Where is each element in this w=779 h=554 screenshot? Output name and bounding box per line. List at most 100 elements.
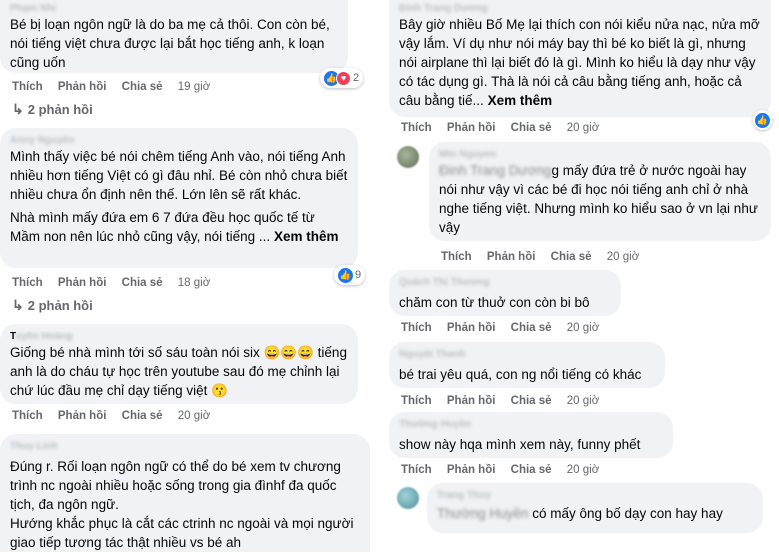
comment-text: show này hqa mình xem này, funny phết (399, 437, 641, 452)
reply-button[interactable]: Phản hồi (58, 410, 107, 422)
reaction-summary[interactable]: 👍 9 (334, 265, 366, 285)
share-button[interactable]: Chia sẻ (122, 277, 163, 289)
right-comment-column: Đinh Trang Dương Bây giờ nhiều Bố Mẹ lại… (389, 0, 779, 554)
share-button[interactable]: Chia sẻ (122, 410, 163, 422)
timestamp[interactable]: 20 giờ (567, 395, 599, 407)
timestamp[interactable]: 20 giờ (567, 322, 599, 334)
share-button[interactable]: Chia sẻ (511, 322, 552, 334)
comment-paragraph: Mình thấy việc bé nói chêm tiếng Anh vào… (10, 149, 348, 202)
comment-bubble: Quách Thị Thương chăm con từ thuở con cò… (389, 270, 621, 316)
comment-text: Bé bị loạn ngôn ngữ là do ba mẹ cả thôi.… (10, 17, 330, 70)
comment-actions: Thích Phản hồi Chia sẻ 20 giờ (401, 122, 611, 134)
comment-actions: Thích Phản hồi Chia sẻ 20 giờ (401, 464, 611, 476)
share-button[interactable]: Chia sẻ (511, 122, 552, 134)
reply-button[interactable]: Phản hồi (447, 122, 496, 134)
see-more-link[interactable]: Xem thêm (488, 93, 553, 108)
comment-bubble: Mtn Nguyen Đinh Trang Dươngg mấy đứa trẻ… (429, 142, 771, 241)
comment-text-body: Bây giờ nhiều Bố Mẹ lại thích con nói ki… (399, 17, 760, 108)
share-button[interactable]: Chia sẻ (551, 251, 592, 263)
like-button[interactable]: Thích (12, 277, 43, 289)
comment-author[interactable]: Thường Huyền (399, 419, 663, 431)
avatar[interactable] (397, 487, 419, 509)
view-replies-link[interactable]: ↳ 2 phản hồi (12, 101, 93, 118)
comment-bubble: Phạm Nhi Bé bị loạn ngôn ngữ là do ba mẹ… (0, 0, 348, 73)
comment-paragraph-text: Nhà mình mấy đứa em 6 7 đứa đều học quốc… (10, 210, 315, 244)
comment-author[interactable]: Thuy Linh (10, 441, 360, 453)
reply-button[interactable]: Phản hồi (447, 464, 496, 476)
comment-bubble: Anny Nguyễn Mình thấy việc bé nói chêm t… (0, 128, 358, 268)
comment-actions: Thích Phản hồi Chia sẻ 20 giờ (401, 322, 611, 334)
comment-bubble: Thường Huyền show này hqa mình xem này, … (389, 412, 673, 458)
mention-link[interactable]: Thường Huyền (437, 506, 528, 521)
comment-text: Bây giờ nhiều Bố Mẹ lại thích con nói ki… (399, 15, 761, 110)
comment-text: bé trai yêu quá, con ng nổi tiếng có khá… (399, 367, 642, 382)
author-rest: uyền Hoàng (15, 331, 73, 342)
like-button[interactable]: Thích (401, 122, 432, 134)
replies-count: 2 phản hồi (27, 102, 93, 117)
reply-button[interactable]: Phản hồi (487, 251, 536, 263)
comment-text: Mình thấy việc bé nói chêm tiếng Anh vào… (10, 147, 348, 246)
mention-link[interactable]: Đinh Trang Dương (439, 163, 551, 178)
timestamp[interactable]: 20 giờ (567, 122, 599, 134)
like-button[interactable]: Thích (441, 251, 472, 263)
share-button[interactable]: Chia sẻ (511, 464, 552, 476)
like-reaction-icon: 👍 (338, 267, 353, 283)
comment-author[interactable]: Quách Thị Thương (399, 277, 611, 289)
comment-bubble: Tuyền Hoàng Giống bé nhà mình tới số sáu… (0, 324, 358, 404)
comment-author[interactable]: Tuyền Hoàng (10, 331, 348, 343)
comment-text: Giống bé nhà mình tới số sáu toàn nói si… (10, 345, 347, 398)
reaction-count: 2 (353, 72, 360, 84)
timestamp[interactable]: 20 giờ (607, 251, 639, 263)
comment-bubble: Nguyệt Thanh bé trai yêu quá, con ng nổi… (389, 342, 665, 388)
reaction-summary[interactable]: 👍 (753, 110, 772, 130)
comment-text-body: có mấy ông bố dạy con hay hay (532, 506, 723, 521)
comment-bubble: Trang Thuy Thường Huyền có mấy ông bố dạ… (427, 483, 763, 533)
reply-arrow-icon: ↳ (12, 101, 24, 117)
replies-count: 2 phản hồi (27, 298, 93, 313)
comment-bubble: Thuy Linh Đúng r. Rối loạn ngôn ngữ có t… (0, 434, 370, 552)
comment-author[interactable]: Trang Thuy (437, 490, 753, 502)
reply-arrow-icon: ↳ (12, 297, 24, 313)
comment-author[interactable]: Nguyệt Thanh (399, 349, 655, 361)
timestamp[interactable]: 20 giờ (567, 464, 599, 476)
comment-author[interactable]: Mtn Nguyen (439, 149, 761, 161)
like-reaction-icon: 👍 (755, 112, 770, 128)
comment-text: chăm con từ thuở con còn bi bô (399, 295, 590, 310)
comment-paragraph: Đúng r. Rối loạn ngôn ngữ có thể do bé x… (10, 459, 341, 512)
reply-button[interactable]: Phản hồi (447, 395, 496, 407)
comment-author[interactable]: Phạm Nhi (10, 3, 338, 15)
comment-actions: Thích Phản hồi Chia sẻ 20 giờ (441, 251, 651, 263)
like-button[interactable]: Thích (401, 322, 432, 334)
like-button[interactable]: Thích (401, 464, 432, 476)
share-button[interactable]: Chia sẻ (122, 81, 163, 93)
reply-button[interactable]: Phản hồi (447, 322, 496, 334)
timestamp[interactable]: 20 giờ (178, 410, 210, 422)
comment-text: Đinh Trang Dươngg mấy đứa trẻ ở nước ngo… (439, 161, 761, 237)
love-reaction-icon: ♥ (336, 70, 351, 86)
comment-paragraph: Hướng khắc phục là cắt các ctrinh nc ngo… (10, 516, 354, 550)
reply-button[interactable]: Phản hồi (58, 81, 107, 93)
comment-actions: Thích Phản hồi Chia sẻ 20 giờ (401, 395, 611, 407)
reply-button[interactable]: Phản hồi (58, 277, 107, 289)
comment-actions: Thích Phản hồi Chia sẻ 18 giờ (12, 277, 222, 289)
see-more-link[interactable]: Xem thêm (274, 229, 339, 244)
share-button[interactable]: Chia sẻ (511, 395, 552, 407)
left-comment-column: Phạm Nhi Bé bị loạn ngôn ngữ là do ba mẹ… (0, 0, 388, 554)
comment-author[interactable]: Đinh Trang Dương (399, 3, 761, 15)
like-button[interactable]: Thích (12, 81, 43, 93)
comment-text: Đúng r. Rối loạn ngôn ngữ có thể do bé x… (10, 457, 360, 552)
like-button[interactable]: Thích (401, 395, 432, 407)
comment-author[interactable]: Anny Nguyễn (10, 135, 348, 147)
like-button[interactable]: Thích (12, 410, 43, 422)
view-replies-link[interactable]: ↳ 2 phản hồi (12, 297, 93, 314)
timestamp[interactable]: 19 giờ (178, 81, 210, 93)
comment-bubble: Đinh Trang Dương Bây giờ nhiều Bố Mẹ lại… (389, 0, 771, 117)
reaction-count: 9 (355, 269, 362, 281)
comment-actions: Thích Phản hồi Chia sẻ 19 giờ (12, 81, 222, 93)
reaction-summary[interactable]: 👍 ♥ 2 (320, 68, 364, 88)
comment-text: Thường Huyền có mấy ông bố dạy con hay h… (437, 504, 753, 523)
avatar[interactable] (397, 146, 419, 168)
timestamp[interactable]: 18 giờ (178, 277, 210, 289)
comment-actions: Thích Phản hồi Chia sẻ 20 giờ (12, 410, 222, 422)
comment-paragraph: Nhà mình mấy đứa em 6 7 đứa đều học quốc… (10, 208, 348, 246)
